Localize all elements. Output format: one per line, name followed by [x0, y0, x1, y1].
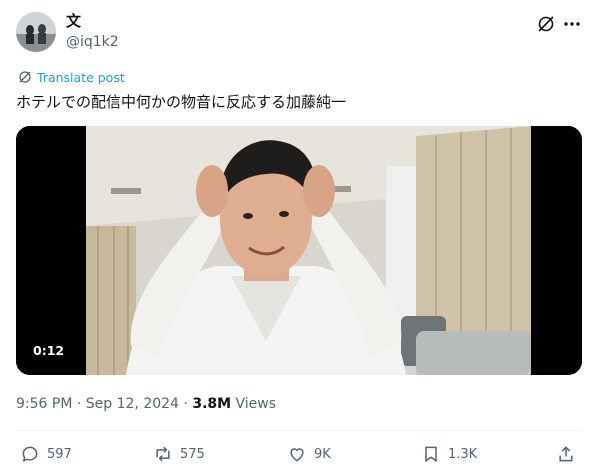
meta-separator: · — [72, 396, 86, 412]
tweet-time[interactable]: 9:56 PM — [16, 396, 72, 412]
reply-button[interactable]: 597 — [20, 442, 72, 466]
video-player[interactable]: 0:12 — [16, 126, 582, 375]
bookmark-button[interactable]: 1.3K — [421, 442, 477, 466]
avatar[interactable] — [16, 12, 56, 52]
like-icon — [290, 448, 304, 462]
share-icon — [559, 446, 573, 462]
translate-post-link[interactable]: Translate post — [18, 69, 125, 85]
user-handle[interactable]: @iq1k2 — [66, 33, 119, 51]
views-label: Views — [231, 396, 277, 412]
tweet-text: ホテルでの配信中何かの物音に反応する加藤純一 — [16, 93, 347, 111]
reply-count: 597 — [47, 446, 72, 462]
grok-icon[interactable] — [536, 14, 556, 34]
share-button[interactable] — [556, 442, 576, 466]
display-name[interactable]: 文 — [66, 12, 119, 30]
more-icon[interactable] — [562, 14, 582, 34]
tweet-header: 文 @iq1k2 — [16, 12, 582, 54]
bookmark-icon — [425, 446, 437, 463]
video-duration: 0:12 — [29, 342, 69, 359]
translate-label: Translate post — [37, 69, 125, 85]
tweet-date[interactable]: Sep 12, 2024 — [86, 396, 179, 412]
reply-icon — [22, 446, 38, 462]
video-thumbnail — [16, 126, 582, 375]
tweet-meta: 9:56 PM · Sep 12, 2024 · 3.8M Views — [16, 395, 276, 413]
tweet-actions: 597 575 9K 1.3K — [16, 442, 582, 466]
meta-separator-2: · — [178, 396, 193, 412]
retweet-count: 575 — [180, 446, 205, 462]
views-count: 3.8M — [192, 396, 232, 412]
bookmark-count: 1.3K — [448, 446, 478, 462]
retweet-button[interactable]: 575 — [153, 442, 205, 466]
divider — [16, 430, 582, 431]
globe-icon — [19, 71, 31, 83]
like-button[interactable]: 9K — [287, 442, 331, 466]
retweet-icon — [156, 446, 170, 462]
like-count: 9K — [314, 446, 331, 462]
